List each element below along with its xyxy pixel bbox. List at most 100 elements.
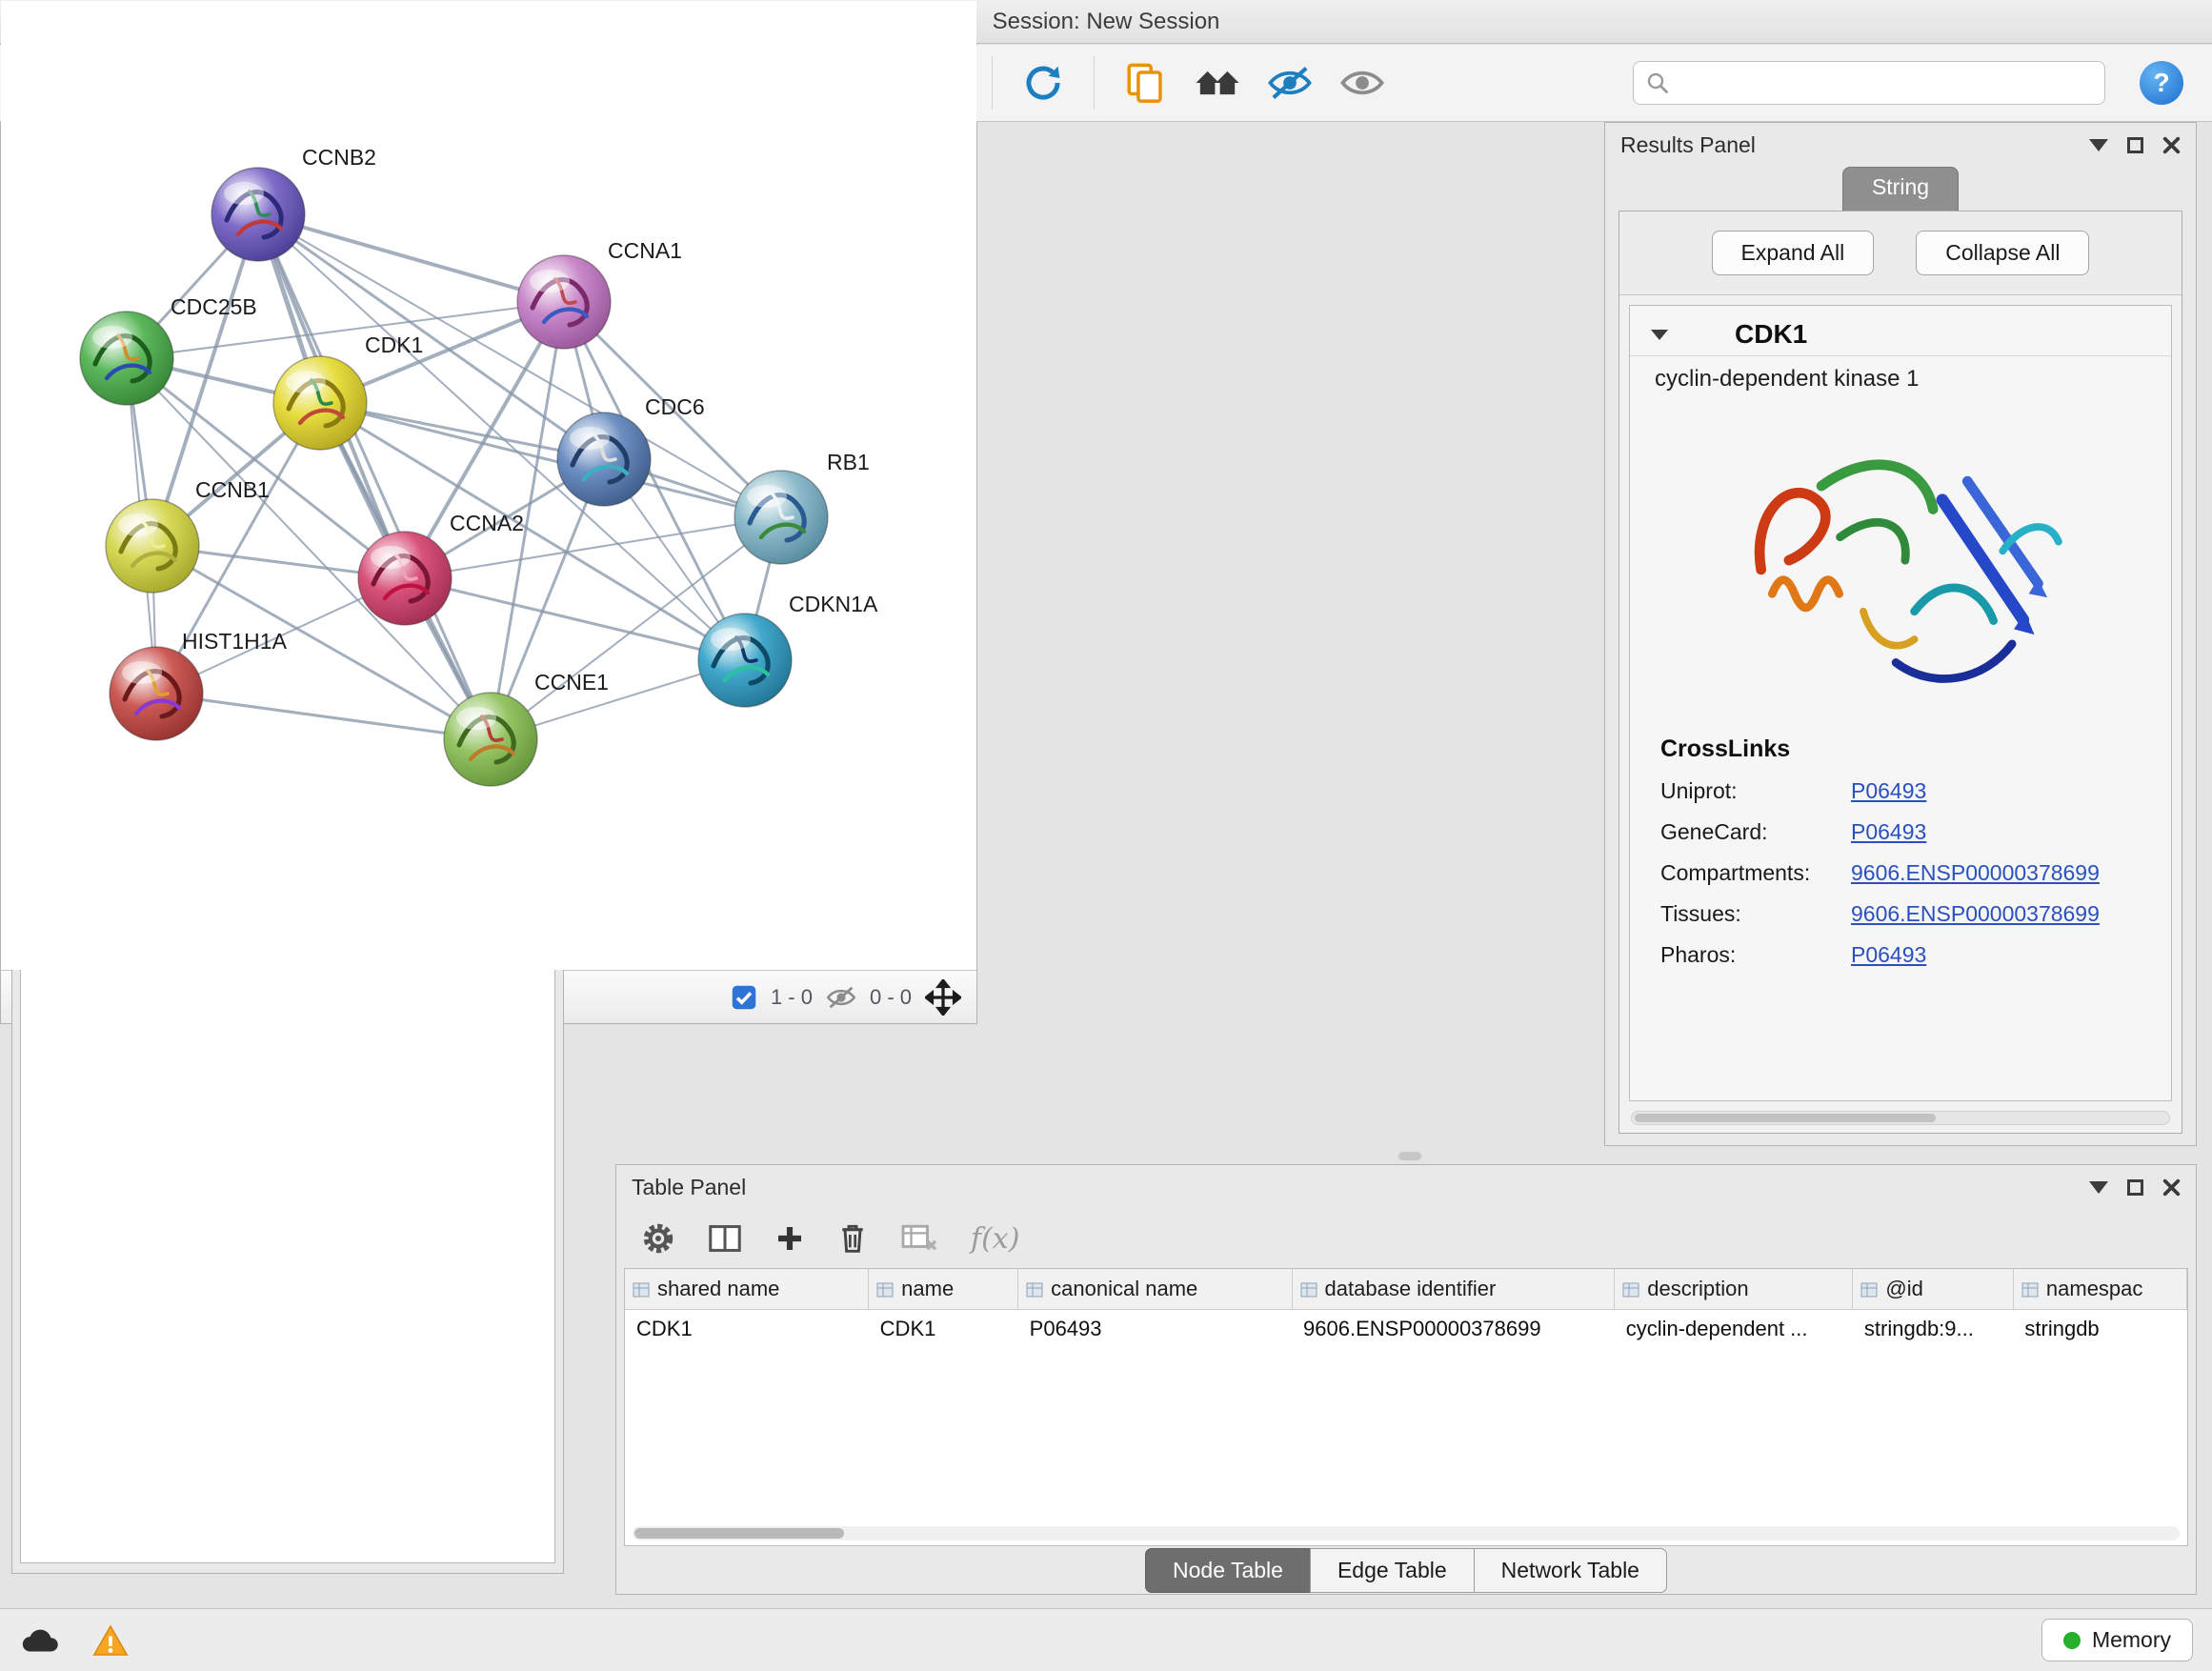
table-settings-gear-icon[interactable] — [641, 1221, 675, 1256]
column-header-shared-name[interactable]: shared name — [625, 1269, 869, 1309]
node-label: CCNA1 — [608, 238, 682, 263]
network-node-CDC6[interactable]: CDC6 — [557, 394, 705, 506]
tab-string[interactable]: String — [1842, 167, 1959, 211]
table-cell: CDK1 — [625, 1309, 869, 1349]
tab-node-table[interactable]: Node Table — [1145, 1548, 1311, 1593]
homes-button[interactable] — [1184, 52, 1251, 113]
function-builder-button: f(x) — [971, 1222, 1019, 1256]
crosslink-link[interactable]: P06493 — [1851, 778, 1926, 804]
homes-icon — [1193, 63, 1242, 103]
crosslinks-section: CrossLinks Uniprot:P06493GeneCard:P06493… — [1630, 728, 2171, 993]
crosslink-row: Tissues:9606.ENSP00000378699 — [1660, 901, 2141, 927]
hide-selected-button[interactable] — [1257, 52, 1323, 113]
scrollbar-thumb[interactable] — [1635, 1114, 1936, 1122]
results-scrollbar[interactable] — [1631, 1111, 2170, 1125]
network-view-panel: CCNB2CCNA1CDC25BCDK1CDC6RB1CCNB1CCNA2CDK… — [0, 0, 977, 1024]
column-type-icon — [633, 1282, 650, 1298]
crosslink-link[interactable]: P06493 — [1851, 942, 1926, 968]
protein-entry-header[interactable]: CDK1 — [1630, 306, 2171, 356]
close-panel-icon[interactable] — [2162, 136, 2181, 154]
toolbar-separator — [1094, 56, 1095, 110]
documents-button[interactable] — [1112, 52, 1178, 113]
crosslink-link[interactable]: 9606.ENSP00000378699 — [1851, 860, 2100, 886]
node-label: CCNB2 — [302, 145, 376, 170]
node-label: CCNE1 — [534, 670, 609, 695]
add-column-icon[interactable] — [774, 1223, 805, 1254]
crosslink-row: Compartments:9606.ENSP00000378699 — [1660, 860, 2141, 886]
pan-move-icon[interactable] — [925, 979, 961, 1016]
warning-icon[interactable] — [91, 1623, 130, 1658]
network-node-CDKN1A[interactable]: CDKN1A — [698, 592, 878, 707]
crosslink-link[interactable]: P06493 — [1851, 819, 1926, 845]
network-node-CCNB2[interactable]: CCNB2 — [211, 145, 376, 261]
table-cell: P06493 — [1018, 1309, 1292, 1349]
show-columns-icon[interactable] — [708, 1223, 742, 1254]
column-header-description[interactable]: description — [1615, 1269, 1853, 1309]
tab-edge-table[interactable]: Edge Table — [1310, 1548, 1475, 1593]
table-cell: cyclin-dependent ... — [1615, 1309, 1853, 1349]
network-node-HIST1H1A[interactable]: HIST1H1A — [110, 629, 288, 740]
string-results-box: Expand All Collapse All CDK1 cyclin-depe… — [1619, 211, 2182, 1134]
crosslink-row: Pharos:P06493 — [1660, 942, 2141, 968]
status-bar: Memory — [0, 1608, 2212, 1671]
column-header-canonical-name[interactable]: canonical name — [1018, 1269, 1292, 1309]
network-graph[interactable]: CCNB2CCNA1CDC25BCDK1CDC6RB1CCNB1CCNA2CDK… — [1, 1, 976, 970]
crosslink-link[interactable]: 9606.ENSP00000378699 — [1851, 901, 2100, 927]
crosslink-label: GeneCard: — [1660, 819, 1851, 845]
column-type-icon — [1300, 1282, 1317, 1298]
table-toolbar: f(x) — [616, 1209, 2196, 1268]
node-label: CDKN1A — [789, 592, 878, 616]
column-header-database-identifier[interactable]: database identifier — [1292, 1269, 1615, 1309]
column-header-namespac[interactable]: namespac — [2013, 1269, 2186, 1309]
table-cell: stringdb:9... — [1853, 1309, 2013, 1349]
tab-network-table[interactable]: Network Table — [1474, 1548, 1667, 1593]
network-node-CCNA1[interactable]: CCNA1 — [517, 238, 682, 349]
protein-description: cyclin-dependent kinase 1 — [1630, 356, 2171, 396]
column-type-icon — [1860, 1282, 1878, 1298]
column-header-name[interactable]: name — [869, 1269, 1018, 1309]
table-panel: Table Panel f(x) shared namenamecanonica… — [615, 1164, 2197, 1595]
panel-menu-icon[interactable] — [2089, 139, 2108, 151]
search-box[interactable] — [1633, 61, 2105, 105]
help-button[interactable]: ? — [2140, 61, 2183, 105]
search-icon — [1645, 70, 1670, 95]
results-panel-header: Results Panel — [1605, 123, 2196, 167]
cloud-icon[interactable] — [19, 1625, 63, 1656]
network-node-RB1[interactable]: RB1 — [734, 450, 870, 564]
crosslink-label: Uniprot: — [1660, 778, 1851, 804]
node-label: HIST1H1A — [182, 629, 288, 654]
expand-all-button[interactable]: Expand All — [1712, 231, 1875, 275]
panel-resize-grip[interactable] — [1398, 1152, 1421, 1160]
panel-menu-icon[interactable] — [2089, 1181, 2108, 1194]
network-node-CDK1[interactable]: CDK1 — [273, 332, 423, 450]
protein-entry: CDK1 cyclin-dependent kinase 1 — [1629, 305, 2172, 1101]
help-label: ? — [2153, 68, 2169, 98]
column-header--id[interactable]: @id — [1853, 1269, 2013, 1309]
apply-layout-button[interactable] — [1010, 52, 1076, 113]
close-panel-icon[interactable] — [2162, 1178, 2181, 1197]
scrollbar-thumb[interactable] — [634, 1528, 844, 1539]
delete-column-icon[interactable] — [837, 1221, 868, 1256]
show-all-button[interactable] — [1329, 52, 1396, 113]
node-label: CDC25B — [171, 294, 257, 319]
node-table[interactable]: shared namenamecanonical namedatabase id… — [624, 1268, 2188, 1546]
float-panel-icon[interactable] — [2127, 137, 2143, 153]
column-type-icon — [1622, 1282, 1639, 1298]
memory-button[interactable]: Memory — [2041, 1619, 2193, 1661]
crosslink-label: Tissues: — [1660, 901, 1851, 927]
table-cell: stringdb — [2013, 1309, 2186, 1349]
memory-label: Memory — [2092, 1627, 2171, 1653]
network-canvas[interactable]: CCNB2CCNA1CDC25BCDK1CDC6RB1CCNB1CCNA2CDK… — [1, 1, 976, 970]
table-horizontal-scrollbar[interactable] — [633, 1526, 2180, 1540]
selected-checkbox-icon[interactable] — [731, 984, 757, 1011]
toolbar-separator — [992, 56, 993, 110]
table-row[interactable]: CDK1CDK1P064939606.ENSP00000378699cyclin… — [625, 1309, 2187, 1349]
float-panel-icon[interactable] — [2127, 1179, 2143, 1196]
crosslink-label: Compartments: — [1660, 860, 1851, 886]
search-input[interactable] — [1679, 70, 2093, 95]
hidden-eye-slash-icon[interactable] — [826, 984, 856, 1011]
node-label: CCNB1 — [195, 477, 270, 502]
column-type-icon — [1026, 1282, 1043, 1298]
entry-collapse-icon[interactable] — [1651, 330, 1668, 340]
collapse-all-button[interactable]: Collapse All — [1916, 231, 2089, 275]
